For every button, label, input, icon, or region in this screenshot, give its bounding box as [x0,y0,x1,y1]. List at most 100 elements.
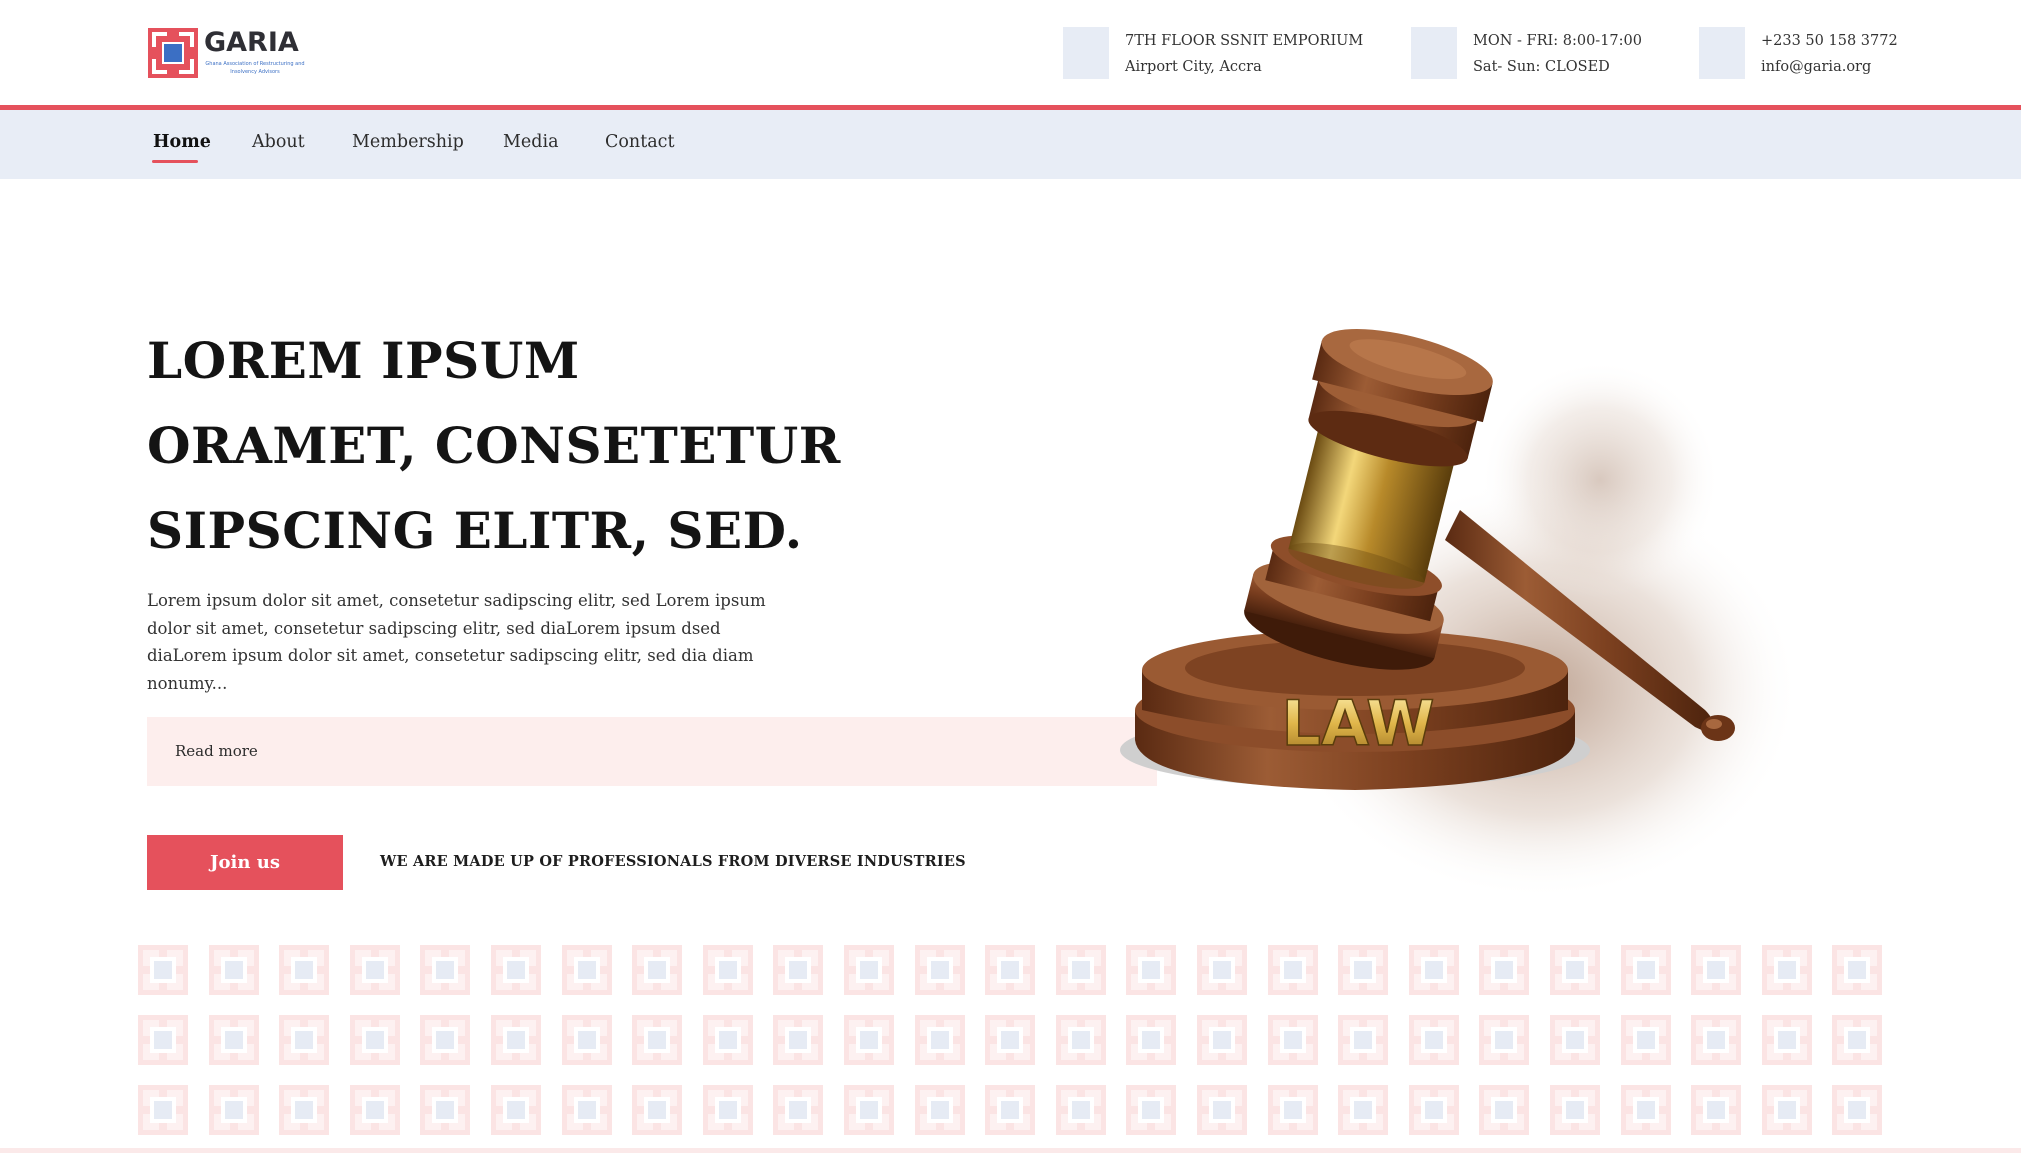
pattern-tile [1550,1015,1600,1065]
pattern-tile [1338,945,1388,995]
pattern-tile [1056,1085,1106,1135]
location-icon [1063,27,1109,79]
clock-icon [1411,27,1457,79]
pattern-tile [915,945,965,995]
pattern-tile [844,1015,894,1065]
pattern-tile [632,1015,682,1065]
pattern-tile [1550,1085,1600,1135]
logo-wordmark: GARIA [204,27,299,58]
contact-phone[interactable]: +233 50 158 3772 [1761,33,1898,49]
pattern-tile [279,945,329,995]
pattern-tile [491,1085,541,1135]
logo-tagline: Ghana Association of Restructuring and I… [205,61,305,75]
nav-about[interactable]: About [252,132,305,152]
pattern-tile [1338,1015,1388,1065]
pattern-tile [1197,1015,1247,1065]
main-nav: Home About Membership Media Contact [0,110,2021,179]
pattern-tile [1550,945,1600,995]
pattern-tile [985,1015,1035,1065]
pattern-tile [350,1085,400,1135]
pattern-tile [1126,1015,1176,1065]
hero-title-line: LOREM IPSUM [147,331,580,390]
pattern-tile [1762,1015,1812,1065]
pattern-tile [1197,1085,1247,1135]
pattern-tile [1056,1015,1106,1065]
pattern-tile [1479,1085,1529,1135]
pattern-tile [1832,945,1882,995]
address-line1: 7TH FLOOR SSNIT EMPORIUM [1125,33,1364,49]
pattern-tile [209,1015,259,1065]
pattern-tile [1762,945,1812,995]
pattern-tile [773,1085,823,1135]
hero-title: LOREM IPSUM ORAMET, CONSETETUR SIPSCING … [147,318,841,573]
pattern-tile [1691,945,1741,995]
phone-icon [1699,27,1745,79]
pattern-tile [1621,1015,1671,1065]
hero-title-line: SIPSCING ELITR, SED. [147,501,803,560]
nav-active-indicator [152,160,198,163]
pattern-tile [1832,1085,1882,1135]
hours-weekday: MON - FRI: 8:00-17:00 [1473,33,1642,49]
pattern-tile [985,1085,1035,1135]
pattern-tile [350,1015,400,1065]
pattern-tile [562,1015,612,1065]
pattern-tile [1268,1085,1318,1135]
pattern-tile [985,945,1035,995]
pattern-tile [420,1015,470,1065]
pattern-tile [703,1085,753,1135]
read-more-band: Read more [147,717,1157,786]
pattern-tile [773,945,823,995]
hours-weekend: Sat- Sun: CLOSED [1473,59,1610,75]
pattern-tile [562,945,612,995]
pattern-tile [279,1085,329,1135]
hero-tagline: WE ARE MADE UP OF PROFESSIONALS FROM DIV… [380,853,966,870]
pattern-tile [915,1085,965,1135]
pattern-tile [1268,1015,1318,1065]
garia-logo[interactable]: GARIA Ghana Association of Restructuring… [148,27,305,81]
pattern-tile [209,945,259,995]
pattern-tile [1621,1085,1671,1135]
pattern-tile [844,945,894,995]
pattern-tile [138,945,188,995]
nav-contact[interactable]: Contact [605,132,675,152]
pattern-tile [562,1085,612,1135]
hero-title-line: ORAMET, CONSETETUR [147,416,841,475]
pattern-tile [1832,1015,1882,1065]
decorative-pattern [138,945,1883,1140]
pattern-tile [350,945,400,995]
pattern-tile [1338,1085,1388,1135]
pattern-tile [491,945,541,995]
read-more-link[interactable]: Read more [175,742,258,760]
pattern-tile [138,1085,188,1135]
pattern-tile [632,945,682,995]
pattern-tile [1762,1085,1812,1135]
contact-email[interactable]: info@garia.org [1761,59,1871,75]
pattern-tile [279,1015,329,1065]
pattern-tile [1409,1085,1459,1135]
pattern-tile [1479,945,1529,995]
pattern-tile [420,1085,470,1135]
pattern-tile [138,1015,188,1065]
pattern-tile [844,1085,894,1135]
pattern-tile [1691,1015,1741,1065]
pattern-tile [1691,1085,1741,1135]
top-header: GARIA Ghana Association of Restructuring… [0,0,2021,105]
pattern-tile [1197,945,1247,995]
nav-media[interactable]: Media [503,132,559,152]
address-line2: Airport City, Accra [1125,59,1262,75]
pattern-tile [1126,1085,1176,1135]
pattern-tile [915,1015,965,1065]
pattern-tile [773,1015,823,1065]
pattern-tile [491,1015,541,1065]
nav-membership[interactable]: Membership [352,132,464,152]
logo-mark-icon [148,28,198,78]
pattern-tile [1409,945,1459,995]
nav-home[interactable]: Home [153,132,211,152]
pattern-tile [1409,1015,1459,1065]
pattern-tile [703,1015,753,1065]
pattern-tile [703,945,753,995]
join-us-button[interactable]: Join us [147,835,343,890]
pattern-tile [1621,945,1671,995]
law-engraving: LAW [1281,687,1434,760]
pattern-tile [1056,945,1106,995]
